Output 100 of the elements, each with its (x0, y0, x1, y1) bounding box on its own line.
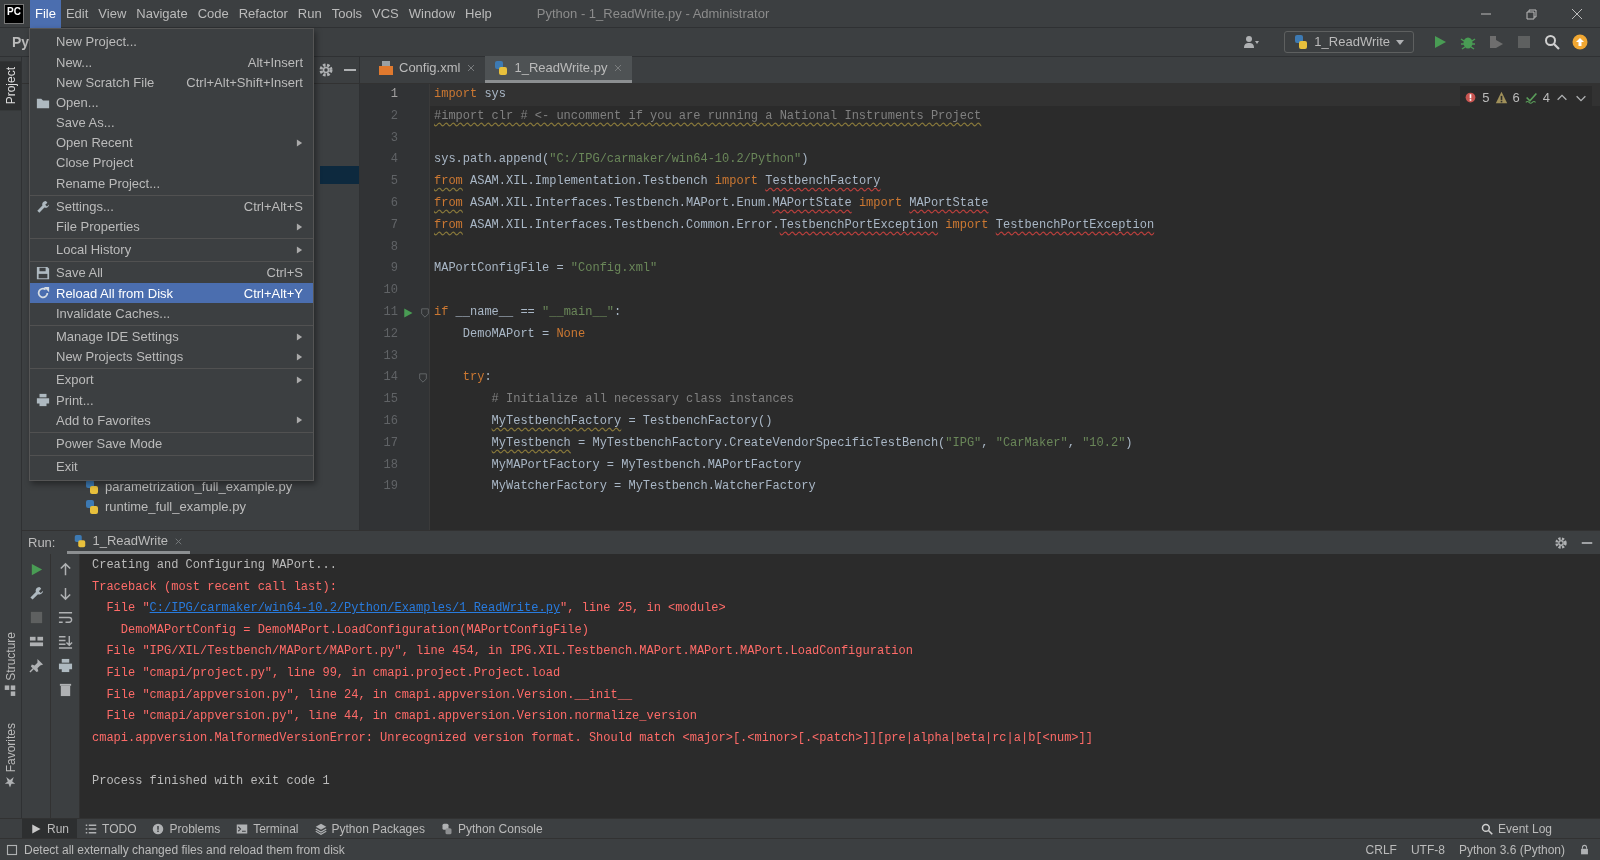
menu-item[interactable]: Print... (30, 390, 313, 411)
tool-window-tab[interactable]: Terminal (228, 818, 307, 839)
code-line: MyWatcherFactory = MyTestbench.WatcherFactory (490, 478, 817, 496)
soft-wrap-icon[interactable] (57, 610, 73, 625)
status-item[interactable]: CRLF (1365, 840, 1397, 859)
menu-item[interactable]: New Scratch File Ctrl+Alt+Shift+Insert (30, 72, 313, 93)
lock-icon[interactable] (1579, 844, 1590, 855)
settings-icon[interactable] (1554, 535, 1568, 550)
menu-item[interactable]: Navigate (131, 0, 193, 28)
settings-icon[interactable] (318, 62, 334, 78)
code-line: DemoMAPort = None (461, 325, 587, 343)
menu-item[interactable]: Save All Ctrl+S (30, 263, 313, 284)
run-icon[interactable] (1432, 34, 1448, 50)
menu-item[interactable]: Exit (30, 456, 313, 477)
python-file-icon (493, 60, 510, 76)
menu-item[interactable]: Manage IDE Settings (30, 326, 313, 347)
tool-window-tab[interactable]: Favorites (0, 716, 21, 794)
menu-item[interactable]: File Properties (30, 216, 313, 237)
menu-item[interactable]: Code (192, 0, 234, 28)
python-icon (73, 534, 88, 548)
python-icon (1293, 34, 1310, 50)
menu-item[interactable]: New Project... (30, 32, 313, 53)
tool-window-tab[interactable]: Project (0, 61, 21, 111)
warning-icon[interactable] (1494, 91, 1508, 105)
code-line: from ASAM.XIL.Interfaces.Testbench.MAPort.Enum.MAPortState import MAPortState (433, 195, 990, 212)
code-line: #import clr # <- uncomment if you are running a National Instruments Project (433, 107, 983, 125)
menu-item[interactable]: Open Recent (30, 132, 313, 154)
menu-item[interactable]: Help (460, 0, 497, 28)
line-number: 1 (389, 86, 398, 103)
status-item[interactable]: Python 3.6 (Python) (1458, 840, 1565, 859)
console-line: File "cmapi/project.py", line 99, in cmapi.project.Project.load (105, 664, 562, 682)
run-config-label: 1_ReadWrite (1314, 33, 1390, 52)
status-message: Detect all externally changed files and reload them from disk (24, 841, 345, 859)
error-icon[interactable] (1464, 91, 1478, 105)
code-line: MyTestbenchFactory = TestbenchFactory() (490, 412, 774, 430)
wrench-icon[interactable] (28, 586, 44, 601)
menu-item[interactable]: Power Save Mode (30, 433, 313, 454)
tool-window-tab[interactable]: Problems (144, 818, 229, 839)
menu-item[interactable]: Tools (326, 0, 368, 28)
console-line: DemoMAPortConfig = DemoMAPort.LoadConfiguration(MAPortConfigFile) (119, 621, 590, 639)
menu-item[interactable]: Local History (30, 239, 313, 261)
print-icon[interactable] (57, 658, 73, 673)
info-icon (152, 822, 165, 835)
search-icon[interactable] (1544, 34, 1560, 50)
menu-item[interactable]: Settings... Ctrl+Alt+S (30, 196, 313, 217)
file-link[interactable]: C:/IPG/carmaker/win64-10.2/Python/Examples/1_ReadWrite.py (149, 601, 561, 616)
menu-item[interactable]: File (30, 0, 61, 28)
warning-count: 6 (1512, 89, 1520, 107)
window-title: Python - 1_ReadWrite.py - Administrator (536, 4, 770, 23)
tree-item[interactable]: parametrization_full_example.py (105, 477, 293, 497)
editor-tab[interactable]: 1_ReadWrite.py (485, 56, 633, 83)
menu-item[interactable]: Reload All from Disk Ctrl+Alt+Y (30, 283, 313, 304)
trash-icon[interactable] (57, 682, 73, 697)
menu-item[interactable]: Save As... (30, 112, 313, 133)
status-icon[interactable] (6, 843, 18, 856)
menu-item[interactable]: Add to Favorites (30, 410, 313, 431)
menu-item[interactable]: Window (403, 0, 461, 28)
menu-item[interactable]: New Projects Settings (30, 346, 313, 367)
code-line: MyMAPortFactory = MyTestbench.MAPortFactory (490, 456, 803, 474)
console-line: Process finished with exit code 1 (92, 772, 331, 790)
tool-window-tab[interactable]: TODO (77, 818, 145, 839)
menu-item[interactable]: New... Alt+Insert (30, 52, 313, 73)
error-count: 5 (1482, 89, 1490, 107)
code-line: from ASAM.XIL.Implementation.Testbench import TestbenchFactory (433, 173, 882, 191)
menu-item[interactable]: Run (292, 0, 327, 28)
structure-icon (4, 684, 17, 697)
code-line: MAPortConfigFile = "Config.xml" (433, 260, 659, 278)
event-log-tab[interactable]: Event Log (1472, 818, 1560, 839)
run-config-dropdown[interactable]: 1_ReadWrite (1284, 31, 1414, 53)
layout-icon[interactable] (28, 634, 44, 649)
tool-window-tab[interactable]: Python Packages (306, 818, 433, 839)
code-line: sys.path.append("C:/IPG/carmaker/win64-10.2/Python") (433, 151, 810, 169)
scroll-to-end-icon[interactable] (57, 634, 73, 649)
status-item[interactable]: UTF-8 (1410, 840, 1445, 859)
code-line: try: (461, 369, 493, 387)
search-icon (1480, 822, 1493, 835)
menu-item[interactable]: Invalidate Caches... (30, 303, 313, 324)
menu-item[interactable]: Close Project (30, 153, 313, 174)
tool-window-tab[interactable]: Python Console (432, 818, 551, 839)
code-line: MyTestbench = MyTestbenchFactory.CreateVendorSpecificTestBench("IPG", "CarMaker", "10.2") (490, 434, 1134, 452)
update-icon[interactable] (1572, 34, 1588, 50)
editor-tab[interactable]: Config.xml (370, 56, 486, 83)
weak-warning-icon[interactable] (1524, 91, 1538, 105)
menu-item[interactable]: Open... (30, 92, 313, 113)
wrench-icon (36, 199, 50, 214)
menu-item[interactable]: View (93, 0, 132, 28)
layers-icon (314, 822, 327, 835)
console-line: Creating and Configuring MAPort... (92, 557, 338, 574)
run-icon[interactable] (402, 306, 414, 319)
tree-item[interactable]: runtime_full_example.py (105, 497, 246, 517)
tool-window-tab[interactable]: Run (22, 818, 77, 839)
pin-icon[interactable] (28, 658, 44, 673)
menu-item[interactable]: Edit (60, 0, 94, 28)
menu-item[interactable]: Refactor (233, 0, 293, 28)
terminal-icon (236, 822, 249, 835)
python-file-icon (84, 499, 100, 515)
menu-item[interactable]: VCS (367, 0, 404, 28)
tool-window-tab[interactable]: Structure (0, 625, 21, 703)
menu-item[interactable]: Export (30, 370, 313, 391)
menu-item[interactable]: Rename Project... (30, 173, 313, 194)
